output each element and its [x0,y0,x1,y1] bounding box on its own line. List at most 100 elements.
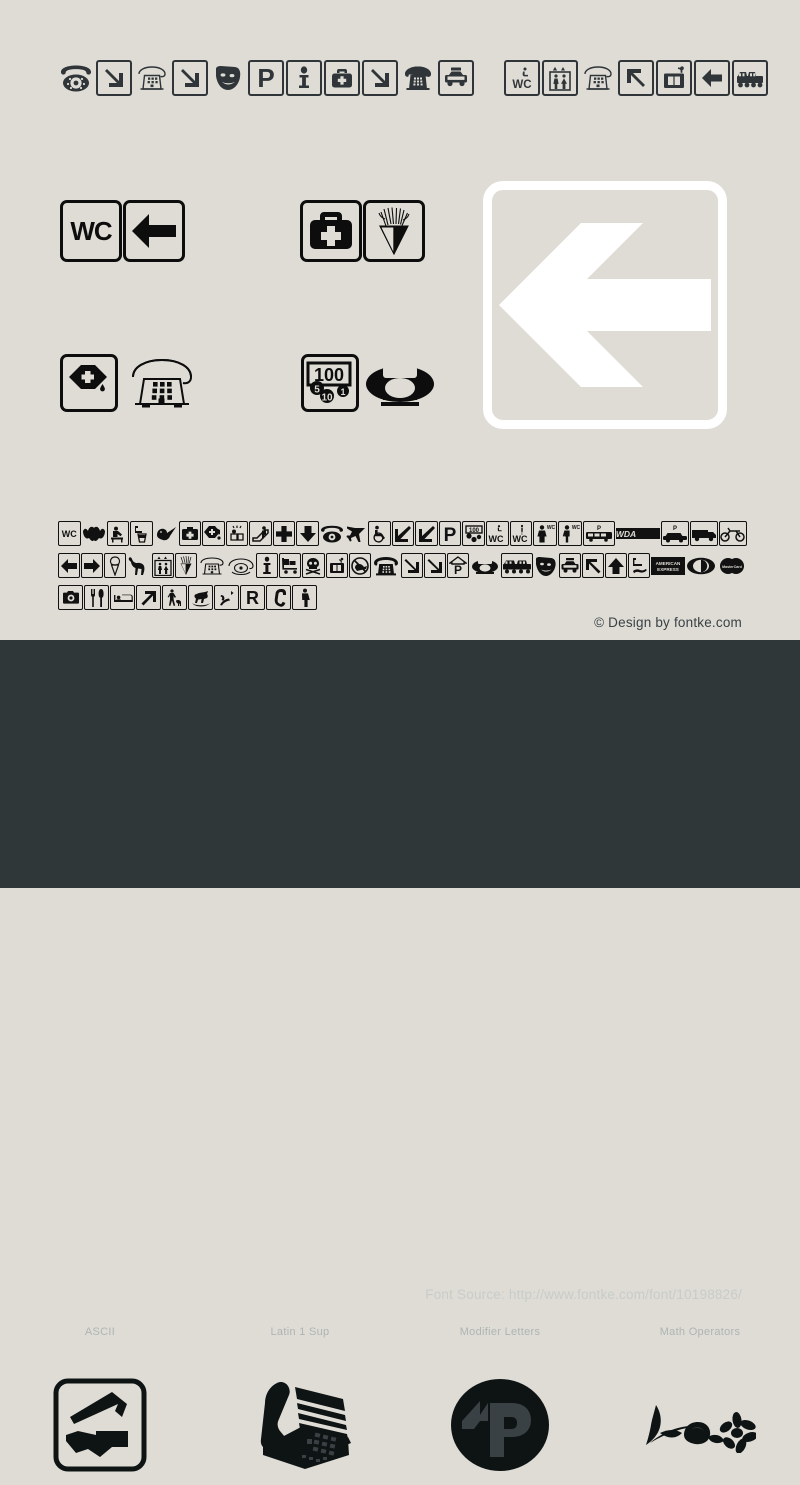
wda-logo-icon: WDA [616,521,661,546]
office-telephone-icon [247,1377,353,1473]
copyright-text: © Design by fontke.com [594,615,742,630]
rotary-telephone-icon [58,60,94,96]
first-aid-kit-icon [300,200,362,262]
category-label-math-operators: Math Operators [659,1326,741,1338]
arrow-left-icon [694,60,730,96]
svg-text:WC: WC [512,534,527,544]
glyph-row: P AMERICAN EXPRESS MasterCard [58,550,748,581]
sample-cell-modifier-letters [400,1365,600,1485]
bed-icon [110,585,135,610]
glyph-row: R [58,582,748,613]
sample-row-2-right: 100 5 10 1 [301,352,437,414]
restaurant-icon [84,585,109,610]
svg-text:MasterCard: MasterCard [722,565,742,569]
r-label: R [246,587,259,608]
font-specimen-page: P WC WC 100 5 10 1 WC P 100 WC WC WC WC … [0,0,800,1472]
light-panel: P WC WC 100 5 10 1 WC P 100 WC WC WC WC … [0,0,800,640]
arrow-down-right-icon [362,60,398,96]
parking-p-icon: P [248,60,284,96]
taxi-car-icon [558,553,581,578]
top-strip-group-a: P [58,60,476,96]
desk-telephone-icon [124,352,200,414]
arrow-down-left-icon [391,521,415,546]
first-aid-kit-icon [178,521,202,546]
font-source-link[interactable]: Font Source: http://www.fontke.com/font/… [425,1287,742,1302]
arrow-down-right-icon [423,553,446,578]
arrow-left-icon [123,200,185,262]
van-icon [690,521,719,546]
poison-skull-icon [302,553,325,578]
svg-text:5: 5 [314,385,320,396]
letter-r-icon: R [240,585,265,610]
sample-row-2-left [60,352,200,414]
svg-text:1: 1 [340,387,345,397]
arrow-down-right-icon [96,60,132,96]
sample-cell-latin-1-sup [200,1365,400,1485]
wc-text-icon: WC [60,200,122,262]
svg-text:EXPRESS: EXPRESS [657,567,679,572]
public-telephone-icon [400,60,436,96]
glyph-row: WC P 100 WC WC WC WC P WDA P [58,518,748,549]
fuel-can-icon [60,354,118,412]
category-labels-row: ASCII Latin 1 Sup Modifier Letters Math … [0,1326,800,1338]
wc-accessible-icon: WC [504,60,540,96]
theatre-masks-icon [534,553,558,578]
sample-row-1-right [300,200,425,262]
hammer-hand-icon [52,1377,148,1473]
wc-accessible-text-icon: WC [485,521,509,546]
svg-text:100: 100 [469,528,480,534]
arrow-right-icon [81,553,104,578]
information-i-icon [256,553,279,578]
svg-text:AMERICAN: AMERICAN [656,561,681,566]
category-label-ascii: ASCII [84,1326,116,1338]
luggage-cart-icon [279,553,302,578]
hero-arrow-sign [483,181,727,429]
svg-text:P: P [257,65,274,91]
nursery-icon [225,521,249,546]
arrow-up-icon [604,553,627,578]
no-pets-icon [348,553,371,578]
fuel-can-icon [202,521,225,546]
train-icon [732,60,768,96]
svg-text:WC: WC [547,525,556,531]
camera-icon [58,585,83,610]
hand-wash-icon [628,553,651,578]
luggage-locker-icon [656,60,692,96]
men-wc-icon: WC [558,521,583,546]
escalator-icon [249,521,272,546]
public-telephone-icon [372,553,400,578]
sample-cell-math-operators [600,1365,800,1485]
diners-club-logo-icon [686,553,716,578]
wda-label: WDA [616,529,636,539]
rotary-telephone-icon [320,521,344,546]
elevator-icon [542,60,578,96]
desk-telephone-icon [134,60,170,96]
public-telephone-sign-icon [227,553,255,578]
svg-text:WC: WC [489,534,504,544]
desk-telephone-icon [580,60,616,96]
drinking-water-icon [130,521,153,546]
sample-cell-ascii [0,1365,200,1485]
dog-walking-icon [162,585,187,610]
hand-dryer-icon [214,585,239,610]
information-i-icon [286,60,322,96]
women-restroom-icon [292,585,317,610]
parking-p-icon: P [438,521,462,546]
top-preview-strip: P WC [58,55,770,101]
rotary-telephone-silhouette-icon [470,553,500,578]
arrow-left-icon [497,217,713,393]
telephone-handset-icon [266,585,291,610]
covered-parking-icon: P [446,553,469,578]
camel-icon [127,553,151,578]
wheelchair-icon [368,521,391,546]
rotary-telephone-silhouette-icon [363,352,437,414]
mastercard-logo-icon: MasterCard [717,553,747,578]
bat-icon [82,521,106,546]
bus-parking-icon: P [583,521,616,546]
american-express-logo-icon: AMERICAN EXPRESS [651,553,686,578]
hospital-cross-icon [272,521,296,546]
money-change-100-icon: 100 5 10 1 [301,354,359,412]
glyph-table: WC P 100 WC WC WC WC P WDA P P AMERICAN … [58,518,748,614]
first-aid-kit-icon [324,60,360,96]
arrow-down-left-icon [415,521,438,546]
